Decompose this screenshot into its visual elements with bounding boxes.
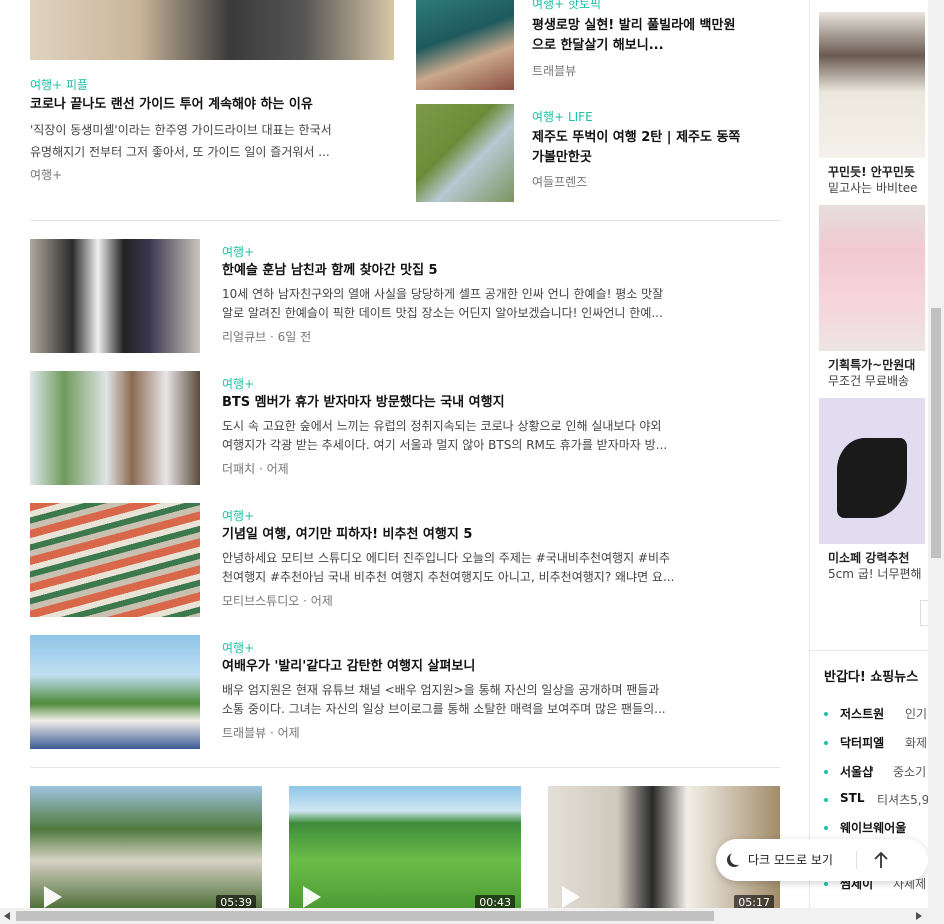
article-4-desc-line1: 배우 엄지원은 현재 유튜브 채널 <배우 엄지원>을 통해 자신의 일상을 공…	[222, 683, 660, 697]
news-4-sub[interactable]: 티셔츠5,9	[877, 791, 929, 808]
top-right-1-source: 트래블뷰	[532, 64, 577, 78]
article-4-desc-line2: 소통 중이다. 그녀는 자신의 일상 브이로그를 통해 소탈한 매력을 보여주며…	[222, 702, 666, 716]
article-1-thumbnail[interactable]	[30, 239, 200, 353]
shoe-shape	[837, 438, 907, 518]
news-bullet	[824, 826, 828, 830]
article-1-title[interactable]: 한예슬 훈남 남친과 함께 찾아간 맛집 5	[222, 261, 438, 281]
article-4-thumbnail[interactable]	[30, 635, 200, 749]
sidebar-product-3-line2: 5cm 굽! 너무편해	[828, 567, 922, 581]
news-3-sub[interactable]: 중소기	[893, 763, 926, 780]
moon-icon	[730, 851, 744, 865]
sidebar-product-3-image[interactable]	[819, 398, 925, 544]
article-2-category[interactable]: 여행+	[222, 375, 254, 392]
article-3-time: 어제	[310, 594, 333, 608]
video-2-thumbnail[interactable]: 00:43	[289, 786, 521, 910]
play-icon[interactable]	[303, 886, 321, 908]
top-right-2-title-line1[interactable]: 제주도 뚜벅이 여행 2탄 | 제주도 동쪽	[532, 128, 740, 148]
news-bullet	[824, 712, 828, 716]
article-2-desc-line1: 도시 속 고요한 숲에서 느끼는 유럽의 정취지속되는 코로나 상황으로 인해 …	[222, 419, 662, 433]
article-3-category[interactable]: 여행+	[222, 507, 254, 524]
sidebar-product-2-image[interactable]	[819, 205, 925, 351]
article-3-meta: 모티브스튜디오 · 어제	[222, 592, 333, 609]
news-4-name[interactable]: STL	[840, 791, 864, 805]
article-2-meta: 더패치 · 어제	[222, 460, 289, 477]
sidebar-divider	[809, 0, 810, 908]
shopping-news-title: 반갑다! 쇼핑뉴스	[824, 670, 919, 685]
section-divider-2	[30, 767, 780, 768]
article-3-title[interactable]: 기념일 여행, 여기만 피하자! 비추천 여행지 5	[222, 525, 472, 545]
article-1-time: 6일 전	[277, 330, 312, 344]
scroll-top-icon[interactable]	[866, 845, 896, 875]
top-left-title[interactable]: 코로나 끝나도 랜선 가이드 투어 계속해야 하는 이유	[30, 95, 313, 115]
news-bullet	[824, 882, 828, 886]
top-right-2-thumbnail[interactable]	[416, 104, 514, 202]
article-2-time: 어제	[266, 462, 289, 476]
top-right-2-category[interactable]: 여행+ LIFE	[532, 108, 593, 125]
top-right-2-title-line2[interactable]: 가볼만한곳	[532, 148, 592, 168]
button-separator	[856, 851, 857, 869]
article-4-title[interactable]: 여배우가 '발리'같다고 감탄한 여행지 살펴보니	[222, 657, 475, 677]
play-icon[interactable]	[44, 886, 62, 908]
top-right-2-source: 여들프렌즈	[532, 175, 588, 189]
article-3-source: 모티브스튜디오	[222, 594, 300, 608]
news-2-sub[interactable]: 화제	[905, 734, 927, 751]
article-1-category[interactable]: 여행+	[222, 243, 254, 260]
article-1-meta: 리얼큐브 · 6일 전	[222, 328, 311, 345]
article-4-category[interactable]: 여행+	[222, 639, 254, 656]
news-2-name[interactable]: 닥터피엘	[840, 734, 884, 751]
scroll-left-arrow-icon[interactable]	[4, 912, 10, 920]
news-5-name[interactable]: 웨이브웨어울	[840, 819, 906, 836]
top-right-1-title-line1[interactable]: 평생로망 실현! 발리 풀빌라에 백만원	[532, 16, 735, 36]
article-1-source: 리얼큐브	[222, 330, 267, 344]
meta-separator: ·	[266, 726, 278, 740]
vertical-scrollbar[interactable]	[928, 0, 944, 908]
horizontal-scrollbar[interactable]	[0, 908, 944, 924]
sidebar-product-1-line2: 밑고사는 바비tee	[828, 181, 918, 195]
article-2-thumbnail[interactable]	[30, 371, 200, 485]
article-1-desc-line2: 알로 알려진 한예슬이 픽한 데이트 맛집 장소는 어딘지 알아보겠습니다! 인…	[222, 306, 663, 320]
video-1-thumbnail[interactable]: 05:39	[30, 786, 262, 910]
dark-mode-button[interactable]: 다크 모드로 보기	[716, 839, 928, 881]
scroll-right-arrow-icon[interactable]	[916, 912, 922, 920]
sidebar-product-2-line2: 무조건 무료배송	[828, 374, 910, 388]
vertical-scrollbar-thumb[interactable]	[931, 308, 941, 558]
news-bullet	[824, 798, 828, 802]
top-left-category[interactable]: 여행+ 피플	[30, 76, 88, 93]
article-1-desc-line1: 10세 연하 남자친구와의 열애 사실을 당당하게 셀프 공개한 인싸 언니 한…	[222, 287, 664, 301]
article-3-thumbnail[interactable]	[30, 503, 200, 617]
top-right-1-thumbnail[interactable]	[416, 0, 514, 90]
meta-separator: ·	[266, 330, 278, 344]
top-right-1-category[interactable]: 여행+ 핫토픽	[532, 0, 601, 12]
sidebar-news-divider	[810, 650, 928, 651]
article-3-desc-line1: 안녕하세요 모티브 스튜디오 에디터 진주입니다 오늘의 주제는 #국내비추천여…	[222, 551, 671, 565]
article-4-meta: 트래블뷰 · 어제	[222, 724, 300, 741]
article-4-source: 트래블뷰	[222, 726, 267, 740]
top-left-source: 여행+	[30, 168, 63, 182]
news-1-name[interactable]: 저스트원	[840, 705, 884, 722]
article-3-desc-line2: 천여행지 #추천아님 국내 비추천 여행지 추천여행지도 아니고, 비추천여행지…	[222, 570, 675, 584]
dark-mode-label: 다크 모드로 보기	[748, 853, 833, 867]
top-left-desc-line1: '직장이 동생미셸'이라는 한주영 가이드라이브 대표는 한국서	[30, 123, 332, 137]
top-right-1-title-line2[interactable]: 으로 한달살기 해보니...	[532, 36, 664, 56]
article-2-desc-line2: 여행지가 각광 받는 추세이다. 여기 서울과 멀지 않아 BTS의 RM도 휴…	[222, 438, 668, 452]
news-1-sub[interactable]: 인기	[905, 705, 927, 722]
article-2-title[interactable]: BTS 멤버가 휴가 받자마자 방문했다는 국내 여행지	[222, 393, 505, 413]
news-bullet	[824, 770, 828, 774]
horizontal-scrollbar-thumb[interactable]	[16, 911, 714, 921]
section-divider-1	[30, 220, 780, 221]
news-bullet	[824, 741, 828, 745]
article-4-time: 어제	[277, 726, 300, 740]
sidebar-product-1-image[interactable]	[819, 12, 925, 158]
top-left-desc-line2: 유명해지기 전부터 그저 좋아서, 또 가이드 일이 즐거워서 ...	[30, 145, 330, 159]
news-3-name[interactable]: 서울샵	[840, 763, 873, 780]
top-left-thumbnail[interactable]	[30, 0, 394, 60]
meta-separator: ·	[299, 594, 311, 608]
play-icon[interactable]	[562, 886, 580, 908]
meta-separator: ·	[255, 462, 267, 476]
article-2-source: 더패치	[222, 462, 256, 476]
